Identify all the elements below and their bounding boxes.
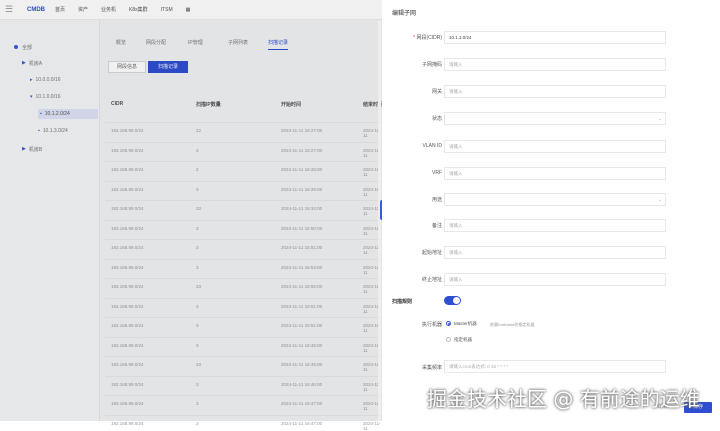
radio-label: 指定机器: [454, 337, 472, 342]
chevron-down-icon: ⌄: [658, 116, 662, 121]
field-label-text: 网关: [431, 89, 442, 95]
radio-master-machine[interactable]: [446, 321, 451, 326]
field-label-text: 备注: [431, 223, 442, 229]
input-field[interactable]: 请输入: [444, 85, 666, 98]
field-label: 子网掩码: [382, 61, 442, 68]
field-label-text: VRF: [432, 170, 442, 176]
select-field[interactable]: ⌄: [444, 112, 666, 125]
field-label-text: 起始地址: [421, 250, 442, 256]
input-value: 10.1.3.0/24: [449, 35, 472, 40]
input-field[interactable]: 请输入: [444, 273, 666, 286]
scan-rule-toggle[interactable]: [444, 296, 461, 305]
field-label: 状态: [382, 115, 442, 122]
input-field[interactable]: 请输入: [444, 219, 666, 232]
drawer-title: 编辑子网: [392, 11, 417, 17]
input-field[interactable]: 请输入: [444, 167, 666, 180]
input-placeholder: 请输入: [449, 144, 463, 149]
scrollbar[interactable]: [378, 20, 381, 421]
field-label: 用途: [382, 196, 442, 203]
input-placeholder: 请输入: [449, 223, 463, 228]
table-cell: 2024-11-11: [363, 420, 381, 431]
table-cell: 2024-11-11 16:47:00: [281, 420, 323, 426]
radio-specified-machine[interactable]: [446, 337, 451, 342]
chevron-down-icon: ⌄: [658, 197, 662, 202]
frequency-label: 采集频率: [421, 365, 442, 371]
scan-rule-label: 扫描规则: [392, 299, 413, 305]
field-label: VRF: [382, 170, 442, 176]
select-field[interactable]: ⌄: [444, 193, 666, 206]
field-label: 备注: [382, 222, 442, 229]
field-label-text: 状态: [431, 116, 442, 122]
input-placeholder: 请输入: [449, 171, 463, 176]
field-label-text: 终止地址: [421, 277, 442, 283]
input-field[interactable]: 请输入: [444, 246, 666, 259]
table-cell: 192.168.99.0/24: [111, 420, 144, 426]
input-field[interactable]: 请输入: [444, 58, 666, 71]
edit-subnet-drawer: 编辑子网 * 网段(CIDR) 10.1.3.0/24 子网掩码 请输入 网关 请输入 状态…: [382, 0, 720, 421]
input-placeholder: 请输入: [449, 277, 463, 282]
drawer-mask[interactable]: [0, 0, 382, 421]
watermark-text: 掘金技术社区 @ 有前途的运维: [427, 387, 700, 411]
radio-label: Master机器: [454, 321, 477, 326]
input-placeholder: 请输入: [449, 89, 463, 94]
executor-label: 执行机器: [421, 322, 442, 328]
input-field[interactable]: 10.1.3.0/24: [444, 31, 666, 44]
field-label: 起始地址: [382, 249, 442, 256]
frequency-input[interactable]: 请输入cron表达式: 0 15 * * * *: [444, 360, 666, 373]
field-label: * 网段(CIDR): [382, 34, 442, 41]
field-label-text: 网段(CIDR): [416, 35, 442, 41]
executor-hint: 依赖Dotframe的指定机器: [490, 322, 535, 327]
table-cell: 3: [196, 420, 199, 426]
field-label-text: 用途: [431, 197, 442, 203]
input-placeholder: 请输入: [449, 250, 463, 255]
field-label: 终止地址: [382, 276, 442, 283]
input-placeholder: 请输入: [449, 62, 463, 67]
field-label: 网关: [382, 88, 442, 95]
input-field[interactable]: 请输入: [444, 140, 666, 153]
field-label-text: 子网掩码: [421, 62, 442, 68]
field-label-text: VLAN ID: [422, 143, 442, 149]
field-label: VLAN ID: [382, 143, 442, 149]
